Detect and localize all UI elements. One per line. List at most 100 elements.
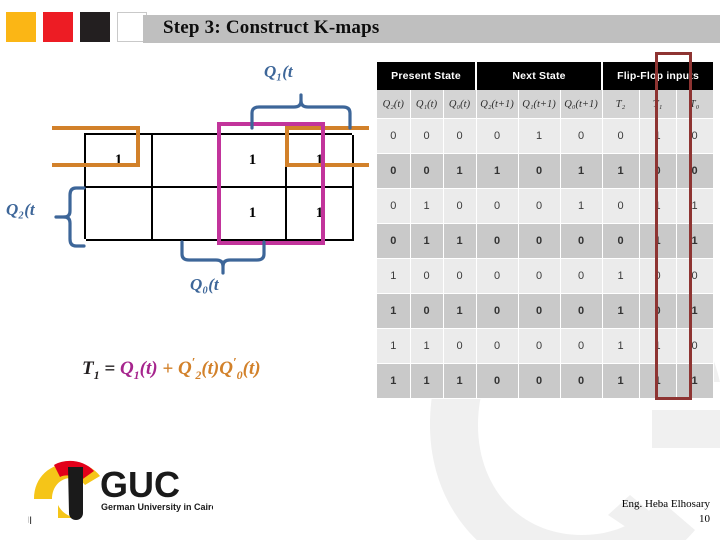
kmap-cell: 1	[220, 188, 287, 241]
table-cell: 0	[518, 293, 561, 329]
kmap-cell: 1	[220, 135, 287, 188]
table-cell: 1	[676, 293, 714, 329]
table-cell: 1	[410, 188, 444, 224]
kmap-cell	[153, 135, 220, 188]
table-cell: 1	[518, 118, 561, 154]
page-title: Step 3: Construct K-maps	[163, 17, 380, 38]
table-cell: 0	[639, 153, 677, 189]
table-cell: 0	[518, 363, 561, 399]
table-cell: 1	[476, 153, 519, 189]
table-cell: 0	[476, 328, 519, 364]
table-cell: 1	[639, 188, 677, 224]
table-cell: 1	[676, 363, 714, 399]
table-cell: 0	[676, 153, 714, 189]
footer-author: Eng. Heba Elhosary	[621, 498, 710, 510]
table-cell: 0	[476, 258, 519, 294]
swatch-amber	[6, 12, 36, 42]
footer-page-number: 10	[699, 513, 710, 525]
kmap-cell: 1	[287, 188, 354, 241]
group-header-next-state: Next State	[476, 62, 604, 90]
table-group-header-row: Present State Next State Flip-Flop input…	[377, 62, 714, 90]
table-cell: 0	[676, 258, 714, 294]
table-cell: 0	[377, 188, 411, 224]
table-cell: 0	[476, 363, 519, 399]
table-cell: 0	[518, 258, 561, 294]
kmap-grid: 1 1 1 1 1	[84, 133, 354, 241]
column-header-q2t1: Q₂(t+1)	[476, 90, 519, 119]
table-cell: 0	[518, 223, 561, 259]
table-cell: 0	[639, 258, 677, 294]
table-row: 0 1 1 0 0 0 0 1 1	[377, 223, 714, 259]
table-row: 1 0 1 0 0 0 1 0 1	[377, 293, 714, 329]
kmap-cell: 1	[86, 135, 153, 188]
swatch-dark	[80, 12, 110, 42]
brace-q1-icon	[248, 93, 358, 130]
table-cell: 1	[639, 363, 677, 399]
column-header-q1t: Q₁(t)	[410, 90, 444, 119]
table-cell: 0	[602, 188, 640, 224]
table-cell: 1	[410, 328, 444, 364]
column-header-q2t: Q₂(t)	[377, 90, 411, 119]
equation-term2: Q′2(t)	[177, 355, 220, 383]
table-cell: 0	[443, 188, 477, 224]
equation-term3: Q′0(t)	[219, 355, 261, 383]
table-cell: 1	[602, 153, 640, 189]
table-row: 0 0 1 1 0 1 1 0 0	[377, 153, 714, 189]
table-cell: 1	[560, 153, 603, 189]
table-cell: 0	[676, 118, 714, 154]
table-cell: 1	[602, 328, 640, 364]
table-cell: 1	[377, 258, 411, 294]
table-cell: 0	[443, 118, 477, 154]
table-cell: 0	[518, 153, 561, 189]
svg-text:الجامعة الألمانية بالقاهرة: الجامعة الألمانية بالقاهرة	[28, 514, 32, 527]
table-cell: 0	[560, 118, 603, 154]
table-cell: 0	[518, 328, 561, 364]
kmap-cell	[153, 188, 220, 241]
table-cell: 0	[602, 118, 640, 154]
table-cell: 0	[410, 258, 444, 294]
table-cell: 0	[410, 118, 444, 154]
table-cell: 0	[410, 293, 444, 329]
equation-lhs: T1	[82, 358, 100, 383]
table-row: 0 0 0 0 1 0 0 1 0	[377, 118, 714, 154]
table-cell: 1	[676, 188, 714, 224]
svg-text:German University in Cairo: German University in Cairo	[101, 502, 213, 512]
equation-plus: +	[157, 358, 178, 380]
table-cell: 1	[410, 223, 444, 259]
column-header-q1t1: Q₁(t+1)	[518, 90, 561, 119]
table-row: 0 1 0 0 0 1 0 1 1	[377, 188, 714, 224]
table-cell: 1	[443, 153, 477, 189]
table-cell: 0	[560, 223, 603, 259]
table-cell: 0	[410, 153, 444, 189]
table-cell: 1	[602, 293, 640, 329]
table-cell: 1	[377, 293, 411, 329]
swatch-red	[43, 12, 73, 42]
table-cell: 0	[560, 363, 603, 399]
kmap-grid-container: 1 1 1 1 1	[84, 133, 354, 241]
column-header-t2: T₂	[602, 90, 640, 119]
table-cell: 1	[443, 223, 477, 259]
table-cell: 1	[602, 363, 640, 399]
kmap-label-q1: Q₁(t	[264, 62, 293, 81]
state-table: Present State Next State Flip-Flop input…	[377, 62, 714, 399]
table-cell: 0	[443, 258, 477, 294]
table-row: 1 0 0 0 0 0 1 0 0	[377, 258, 714, 294]
table-cell: 0	[476, 293, 519, 329]
table-cell: 0	[602, 223, 640, 259]
table-cell: 1	[676, 223, 714, 259]
table-cell: 0	[560, 258, 603, 294]
column-header-q0t: Q₀(t)	[443, 90, 477, 119]
group-header-present-state: Present State	[377, 62, 478, 90]
table-cell: 1	[443, 363, 477, 399]
brace-q0-icon	[178, 240, 270, 275]
table-cell: 1	[443, 293, 477, 329]
column-header-t1: T₁	[639, 90, 677, 119]
table-cell: 0	[560, 293, 603, 329]
table-body: 0 0 0 0 1 0 0 1 0 0 0 1 1 0 1 1 0 0 0 1 …	[377, 118, 714, 399]
kmap-equation: T1 = Q1(t) + Q′2(t)Q′0(t)	[82, 355, 261, 383]
table-cell: 1	[410, 363, 444, 399]
table-cell: 0	[377, 223, 411, 259]
state-table-container: Present State Next State Flip-Flop input…	[377, 62, 714, 399]
slide-canvas: Step 3: Construct K-maps 1 1 1 1 1 Q₁(t …	[0, 0, 720, 540]
color-swatch-strip	[6, 12, 147, 42]
